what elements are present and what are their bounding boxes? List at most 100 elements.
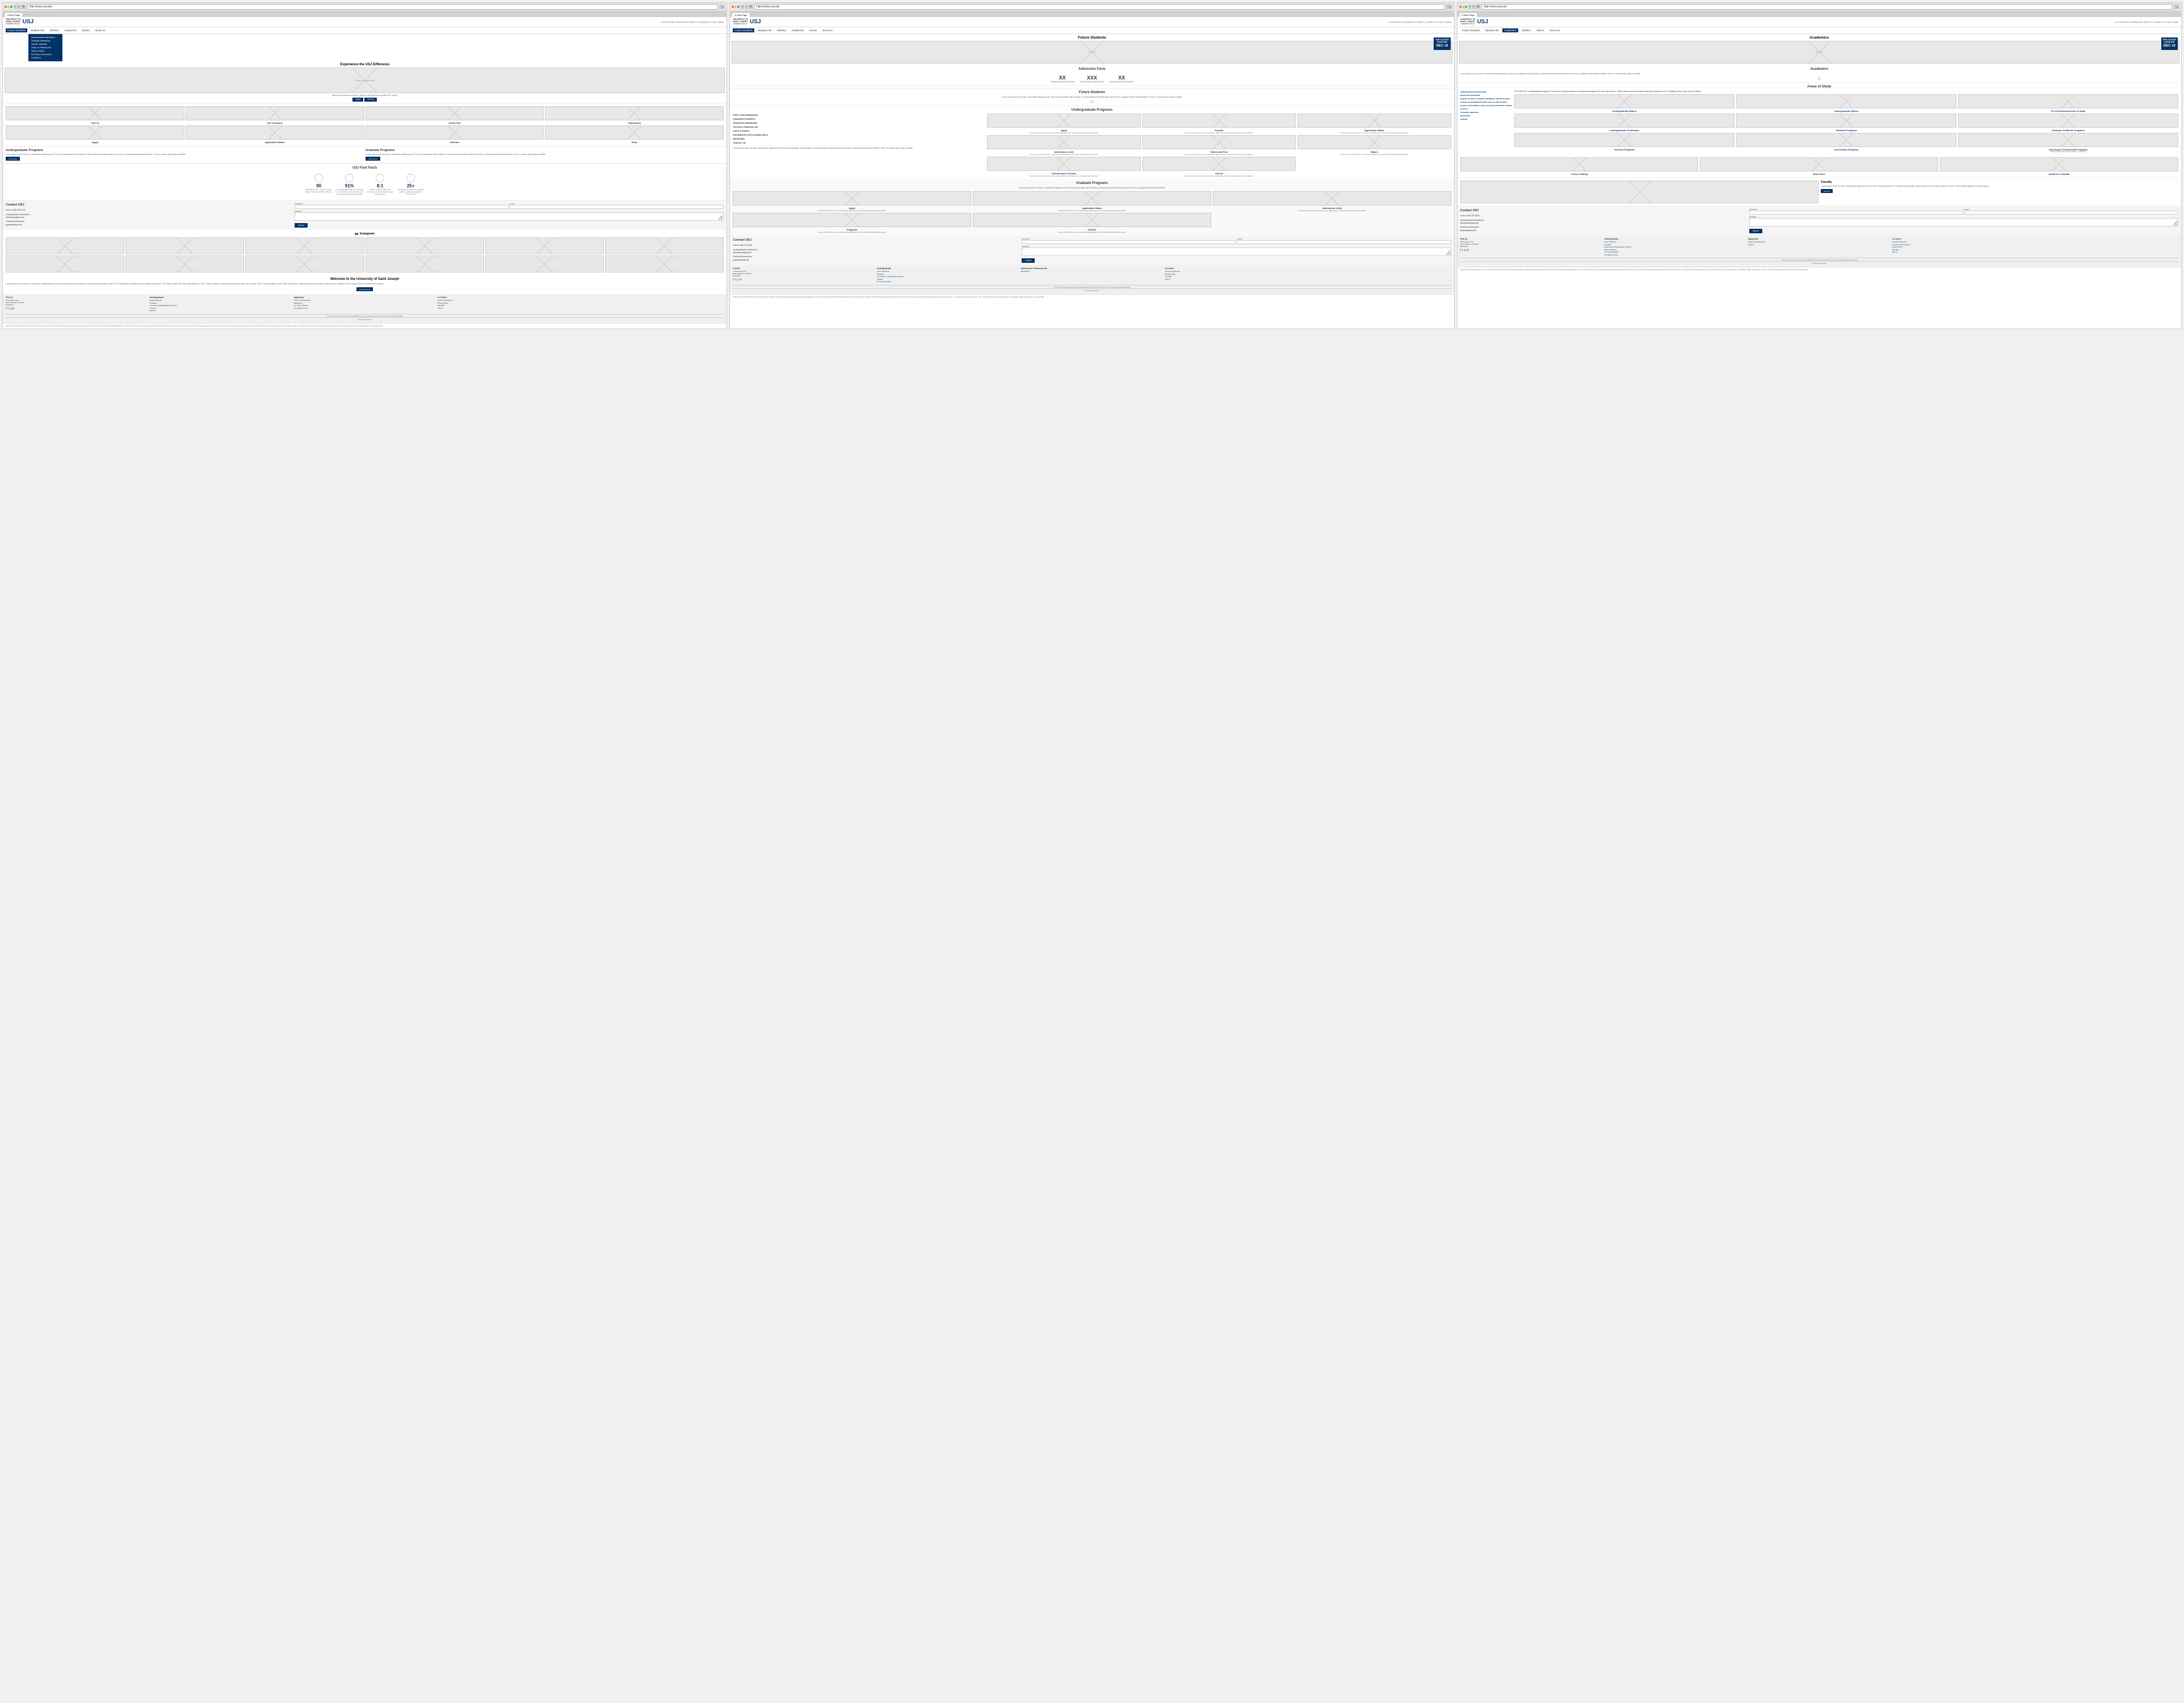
tab-3[interactable]: A Web Page (1459, 12, 1477, 17)
apply-button[interactable]: Apply (352, 98, 363, 102)
dropdown-item-6[interactable]: Contact Us (30, 56, 61, 60)
search-button-3[interactable]: 🔍 (2174, 5, 2179, 9)
undergrad-card-apply[interactable]: Apply Lorem ipsum dolor sit amet, consec… (987, 114, 1140, 134)
nav-student-life-1[interactable]: Student Life (29, 28, 46, 32)
footer3-title-ix[interactable]: Title IX (1892, 251, 2035, 253)
form-input-name[interactable] (295, 205, 509, 209)
footer3-online[interactable]: Online Programs (1604, 249, 1746, 251)
undergrad-card-transfer[interactable]: Transfer Lorem ipsum dolor sit amet, con… (1143, 114, 1296, 134)
footer3-privacy[interactable]: Privacy Policy (1892, 246, 2035, 248)
resource-card-calendar[interactable]: Academic Calendar (1940, 157, 2178, 175)
resource-card-bookstore[interactable]: Book Store (1700, 157, 1938, 175)
grad-card-programs[interactable]: Programs Lorem ipsum dolor sit amet, con… (733, 213, 971, 233)
back-button-3[interactable]: ‹ (1468, 5, 1472, 9)
close-dot-3[interactable] (1459, 6, 1461, 8)
nav-future-students-2[interactable]: Future Students (733, 28, 754, 32)
instagram-photo-0[interactable] (6, 237, 124, 254)
instagram-photo-9[interactable] (366, 255, 484, 272)
minimize-dot-3[interactable] (1462, 6, 1464, 8)
footer-continuing[interactable]: Continuing Undergraduate Students (150, 304, 292, 307)
contact-undergrad-email-1[interactable]: admissions@usj.edu (6, 216, 292, 220)
linkedin-icon[interactable]: in (12, 307, 14, 311)
footer2-campus-dir[interactable]: Campus Directories (1165, 270, 1307, 272)
minimize-dot-2[interactable] (734, 6, 737, 8)
footer-tuition[interactable]: Tuition & Financial Aid (293, 299, 436, 301)
footer3-continuing[interactable]: Continuing Undergraduate Students (1604, 246, 1746, 248)
contact-grad-email-1[interactable]: graduate@usj.edu (6, 224, 292, 227)
nav-future-students-1[interactable]: Future Students (6, 28, 27, 32)
nav-athletics-2[interactable]: Athletics (775, 28, 788, 32)
areas-card-grad[interactable]: Graduate Programs (1736, 114, 1956, 132)
maximize-dot-2[interactable] (737, 6, 740, 8)
footer-sitemap[interactable]: Site Map (438, 304, 580, 307)
footer-design-center[interactable]: The Design Center (293, 307, 436, 309)
footer3-employment[interactable]: Employment Directories (1892, 244, 2035, 246)
grad-learn-more[interactable]: Learn More (366, 157, 380, 161)
url-bar-3[interactable]: http://www.usj.edu (1481, 4, 2173, 10)
footer3-directions[interactable]: Directions (1460, 245, 1603, 248)
faculty-view-all[interactable]: View All (1821, 189, 1832, 193)
close-dot-2[interactable] (732, 6, 734, 8)
contact-grad-email-3[interactable]: graduate@usj.edu (1460, 229, 1746, 233)
undergrad-card-majors[interactable]: Majors Lorem ipsum dolor sit amet, conse… (1297, 135, 1451, 156)
footer3-twitter-icon[interactable]: t (1462, 249, 1463, 252)
footer2-youtube-icon[interactable]: y (737, 278, 738, 282)
undergrad-card-visit[interactable]: Visit Us Lorem ipsum dolor sit amet, con… (1143, 157, 1296, 177)
footer2-title-ix[interactable]: Title IX (1165, 278, 1307, 280)
nav-about-3[interactable]: About Us (1548, 28, 1562, 32)
footer3-campus-dir[interactable]: Campus Directories (1892, 241, 2035, 243)
instagram-photo-11[interactable] (605, 255, 724, 272)
learn-more-circle[interactable]: + (1090, 100, 1094, 103)
footer2-sitemap[interactable]: Site Map (1165, 275, 1307, 278)
undergrad-learn-more[interactable]: Learn More (6, 157, 20, 161)
icon-card-athletics[interactable]: Athletics (366, 125, 544, 144)
grad-card-apply[interactable]: Apply Lorem ipsum dolor sit amet, consec… (733, 191, 971, 212)
programs-nav-3[interactable]: TUITION & FINANCIAL AID (733, 125, 984, 129)
footer-mention[interactable]: Mention (150, 309, 292, 312)
instagram-photo-3[interactable] (366, 237, 484, 254)
maximize-dot-3[interactable] (1465, 6, 1467, 8)
instagram-photo-10[interactable] (485, 255, 604, 272)
nav-alumni-1[interactable]: Alumni (80, 28, 91, 32)
url-bar-2[interactable]: http://www.usj.edu (754, 4, 1446, 10)
footer2-future-students[interactable]: Future Students (877, 270, 1019, 272)
form-textarea-3-message[interactable] (1749, 218, 2178, 226)
programs-nav-1[interactable]: TRANSFER STUDENTS (733, 118, 984, 121)
footer3-graduate[interactable]: Graduate (1604, 244, 1746, 246)
footer2-blackboard[interactable]: Blackboard (1021, 270, 1164, 272)
instagram-photo-1[interactable] (125, 237, 244, 254)
nav-alumni-2[interactable]: Alumni (807, 28, 818, 32)
areas-card-ugmajors[interactable]: Undergraduate Majors (1514, 94, 1734, 112)
footer2-directions[interactable]: Directions (733, 275, 875, 277)
nav-student-life-2[interactable]: Student Life (756, 28, 773, 32)
form-input-2-email[interactable] (1237, 240, 1451, 244)
nav-student-life-3[interactable]: Student Life (1484, 28, 1501, 32)
form-submit-3[interactable]: Submit (1749, 229, 1762, 233)
close-dot[interactable] (5, 6, 7, 8)
grad-card-visit[interactable]: Visit Us Lorem ipsum dolor sit amet, con… (973, 213, 1211, 233)
url-bar[interactable]: http://www.usj.edu (27, 4, 719, 10)
forward-button-2[interactable]: › (745, 5, 748, 9)
footer3-design-center[interactable]: The Design Center (1604, 254, 1746, 256)
search-button-2[interactable]: 🔍 (1446, 5, 1452, 9)
nav-about-1[interactable]: About Us (93, 28, 107, 32)
footer-graduate[interactable]: Graduate (150, 302, 292, 304)
search-button[interactable]: 🔍 (719, 5, 725, 9)
resource-card-catalog[interactable]: Course Catalog (1460, 157, 1699, 175)
areas-card-dualdegree[interactable]: Dual Degree Professional Programs (Offer… (1958, 133, 2178, 153)
areas-card-prepro[interactable]: Pre-Professional Areas of Study (1958, 94, 2178, 112)
nav-athletics-3[interactable]: Athletics (1520, 28, 1533, 32)
footer3-young-children[interactable]: For Young Children (1604, 251, 1746, 253)
form-input-3-email[interactable] (1964, 211, 2178, 215)
form-input-3-name[interactable] (1749, 211, 1963, 215)
footer2-graduate[interactable]: Graduate (877, 273, 1019, 275)
back-button-2[interactable]: ‹ (741, 5, 744, 9)
footer-young-children[interactable]: For Young Children (293, 304, 436, 307)
footer3-linkedin-icon[interactable]: in (1467, 249, 1469, 252)
instagram-photo-7[interactable] (125, 255, 244, 272)
nav-academics-2[interactable]: Academics (789, 28, 805, 32)
footer-blackboard[interactable]: Blackboard (293, 302, 436, 304)
tab-2[interactable]: A Web Page (732, 12, 750, 17)
footer2-privacy[interactable]: Privacy Policy (1165, 273, 1307, 275)
icon-card-news[interactable]: News (545, 125, 724, 144)
